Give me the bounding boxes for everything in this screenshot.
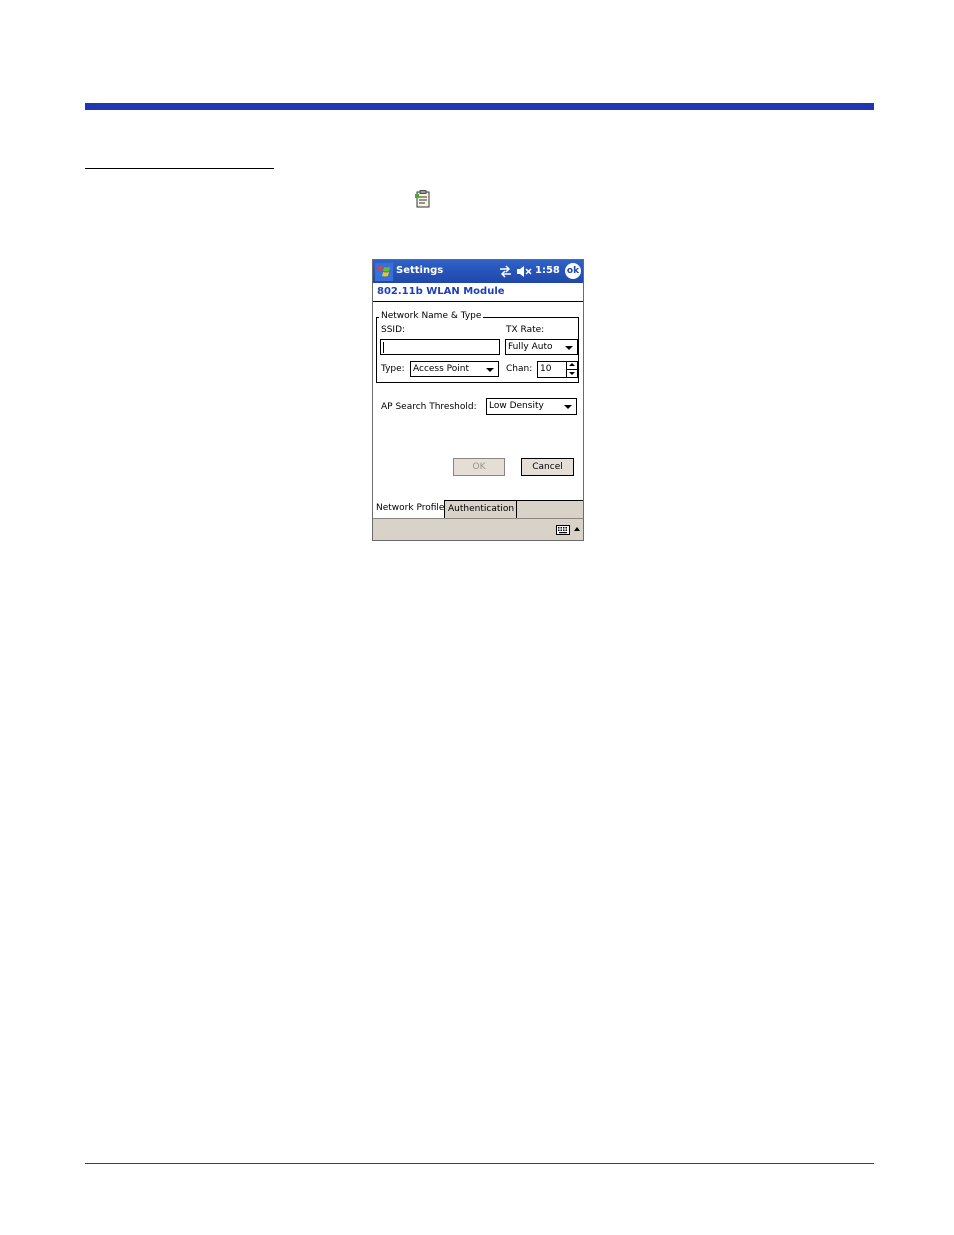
- type-select[interactable]: Access Point: [410, 361, 499, 377]
- command-bar: [373, 518, 583, 540]
- ap-threshold-select[interactable]: Low Density: [486, 398, 577, 415]
- title-text: Settings: [396, 265, 444, 276]
- chevron-down-icon: [486, 368, 494, 372]
- ok-icon[interactable]: ok: [565, 263, 581, 279]
- ok-button[interactable]: OK: [453, 458, 505, 476]
- tx-rate-value: Fully Auto: [508, 342, 553, 352]
- spin-down-button[interactable]: [566, 370, 577, 378]
- document-icon: [415, 190, 430, 208]
- type-label: Type:: [381, 364, 405, 374]
- connectivity-icon[interactable]: [499, 265, 512, 278]
- chevron-down-icon: [564, 405, 572, 409]
- footer-rule: [85, 1163, 874, 1164]
- heading-underline: [85, 168, 274, 169]
- module-title: 802.11b WLAN Module: [377, 286, 505, 297]
- spin-up-button[interactable]: [566, 362, 577, 370]
- tab-authentication[interactable]: Authentication: [445, 500, 517, 518]
- header-rule: [85, 103, 874, 110]
- speaker-muted-icon[interactable]: [516, 265, 532, 278]
- ssid-input[interactable]: [380, 339, 500, 355]
- tab-strip: Network Profile Authentication: [373, 500, 583, 518]
- group-label: Network Name & Type: [379, 311, 484, 321]
- module-divider: [373, 301, 583, 302]
- tx-rate-label: TX Rate:: [506, 325, 545, 335]
- title-bar: Settings 1:58 ok: [373, 260, 583, 283]
- tx-rate-select[interactable]: Fully Auto: [505, 339, 578, 355]
- chevron-down-icon: [565, 346, 573, 350]
- windows-flag-icon[interactable]: [375, 263, 393, 281]
- ap-threshold-value: Low Density: [489, 401, 544, 411]
- cancel-button[interactable]: Cancel: [521, 458, 574, 476]
- clock[interactable]: 1:58: [535, 265, 560, 276]
- chan-stepper[interactable]: 10: [537, 361, 578, 378]
- chan-value: 10: [540, 364, 552, 374]
- chan-label: Chan:: [506, 364, 533, 374]
- type-value: Access Point: [413, 364, 470, 374]
- ssid-label: SSID:: [381, 325, 406, 335]
- chevron-up-icon[interactable]: [574, 527, 580, 531]
- pocketpc-screen: Settings 1:58 ok 802.11b WLAN Module Net…: [372, 259, 584, 541]
- keyboard-icon[interactable]: [556, 525, 570, 535]
- text-caret: [383, 342, 384, 353]
- ap-threshold-label: AP Search Threshold:: [381, 402, 477, 412]
- tab-network-profile[interactable]: Network Profile: [373, 500, 445, 518]
